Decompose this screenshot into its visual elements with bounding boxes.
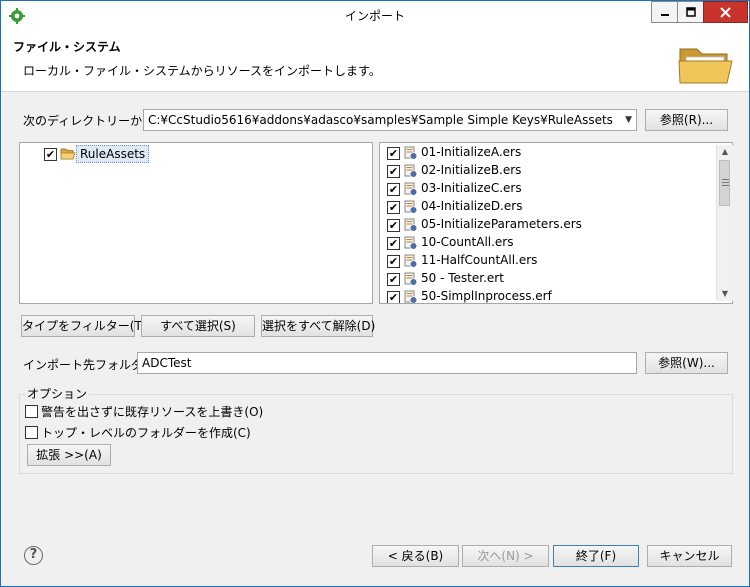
maximize-icon bbox=[685, 7, 696, 17]
rule-file-icon bbox=[404, 182, 418, 196]
file-list-item[interactable]: 50-SimplInprocess.erf bbox=[380, 288, 715, 303]
minimize-icon bbox=[660, 14, 669, 16]
file-checkbox[interactable] bbox=[387, 273, 400, 286]
file-name: 03-InitializeC.ers bbox=[421, 181, 522, 195]
wizard-header: ファイル・システム ローカル・ファイル・システムからリソースをインポートします。 bbox=[1, 31, 749, 92]
file-checkbox[interactable] bbox=[387, 291, 400, 303]
tree-item-rule-assets[interactable]: RuleAssets bbox=[76, 145, 150, 163]
deselect-all-button[interactable]: 選択をすべて解除(D) bbox=[261, 315, 375, 337]
target-browse-button[interactable]: 参照(W)... bbox=[645, 352, 728, 374]
file-list-item[interactable]: 01-InitializeA.ers bbox=[380, 144, 715, 162]
options-label: オプション bbox=[25, 385, 90, 402]
minimize-button[interactable] bbox=[651, 1, 678, 23]
folder-icon bbox=[678, 48, 733, 84]
create-top-folder-checkbox[interactable] bbox=[25, 426, 38, 439]
file-list-item[interactable]: 11-HalfCountAll.ers bbox=[380, 252, 715, 270]
file-name: 02-InitializeB.ers bbox=[421, 163, 522, 177]
file-name: 04-InitializeD.ers bbox=[421, 199, 523, 213]
page-title: ファイル・システム bbox=[13, 40, 121, 54]
target-folder-input[interactable]: ADCTest bbox=[137, 352, 637, 374]
page-description: ローカル・ファイル・システムからリソースをインポートします。 bbox=[23, 64, 381, 78]
chevron-down-icon[interactable]: ▼ bbox=[625, 110, 632, 130]
rule-file-icon bbox=[404, 218, 418, 232]
title-bar: インポート bbox=[1, 1, 749, 31]
file-name: 50-SimplInprocess.erf bbox=[421, 289, 552, 303]
file-checkbox[interactable] bbox=[387, 147, 400, 160]
grip-icon bbox=[722, 179, 729, 186]
tree-item-checkbox[interactable] bbox=[44, 148, 57, 161]
file-list-scrollbar[interactable]: ▲ ▼ bbox=[716, 145, 733, 301]
file-list-item[interactable]: 05-InitializeParameters.ers bbox=[380, 216, 715, 234]
overwrite-label: 警告を出さずに既存リソースを上書き(O) bbox=[41, 405, 264, 419]
back-button[interactable]: < 戻る(B) bbox=[372, 545, 459, 567]
advanced-button[interactable]: 拡張 >>(A) bbox=[27, 444, 111, 466]
file-list-item[interactable]: 50 - Tester.ert bbox=[380, 270, 715, 288]
file-checkbox[interactable] bbox=[387, 165, 400, 178]
cancel-button[interactable]: キャンセル bbox=[647, 545, 732, 567]
file-checkbox[interactable] bbox=[387, 201, 400, 214]
rule-file-icon bbox=[404, 272, 418, 286]
file-list-item[interactable]: 10-CountAll.ers bbox=[380, 234, 715, 252]
file-checkbox[interactable] bbox=[387, 183, 400, 196]
help-icon[interactable]: ? bbox=[24, 546, 43, 565]
file-name: 01-InitializeA.ers bbox=[421, 145, 522, 159]
file-checkbox[interactable] bbox=[387, 219, 400, 232]
rule-file-icon bbox=[404, 236, 418, 250]
rule-file-icon bbox=[404, 200, 418, 214]
import-dialog: インポート ファイル・システム ローカル・ファイル・システムからリソースをインポ… bbox=[0, 0, 750, 587]
source-browse-button[interactable]: 参照(R)... bbox=[645, 109, 728, 131]
file-list-item[interactable]: 03-InitializeC.ers bbox=[380, 180, 715, 198]
chevron-down-icon[interactable]: ▼ bbox=[717, 287, 733, 301]
close-icon bbox=[720, 6, 731, 18]
rule-file-icon bbox=[404, 254, 418, 268]
next-button[interactable]: 次へ(N) > bbox=[462, 545, 549, 567]
file-name: 05-InitializeParameters.ers bbox=[421, 217, 582, 231]
file-checkbox[interactable] bbox=[387, 237, 400, 250]
source-directory-value: C:¥CcStudio5616¥addons¥adasco¥samples¥Sa… bbox=[148, 113, 613, 127]
rule-file-icon bbox=[404, 164, 418, 178]
file-checkbox[interactable] bbox=[387, 255, 400, 268]
filter-types-button[interactable]: タイプをフィルター(T)... bbox=[21, 315, 158, 337]
maximize-button[interactable] bbox=[677, 1, 704, 23]
folder-tree-panel: RuleAssets bbox=[19, 142, 373, 304]
overwrite-checkbox[interactable] bbox=[25, 405, 38, 418]
file-list-item[interactable]: 04-InitializeD.ers bbox=[380, 198, 715, 216]
finish-button[interactable]: 終了(F) bbox=[553, 545, 639, 567]
chevron-up-icon[interactable]: ▲ bbox=[717, 145, 733, 159]
rule-file-icon bbox=[404, 290, 418, 303]
window-title: インポート bbox=[344, 9, 405, 23]
rule-file-icon bbox=[404, 146, 418, 160]
file-name: 10-CountAll.ers bbox=[421, 235, 514, 249]
file-list-item[interactable]: 02-InitializeB.ers bbox=[380, 162, 715, 180]
scrollbar-thumb[interactable] bbox=[719, 160, 730, 206]
file-list-panel: 01-InitializeA.ers 02-InitializeB.ers 03-I… bbox=[379, 142, 733, 304]
file-name: 50 - Tester.ert bbox=[421, 271, 504, 285]
file-name: 11-HalfCountAll.ers bbox=[421, 253, 538, 267]
close-button[interactable] bbox=[703, 1, 748, 23]
select-all-button[interactable]: すべて選択(S) bbox=[141, 315, 255, 337]
folder-open-icon bbox=[60, 148, 76, 160]
source-directory-combo[interactable]: C:¥CcStudio5616¥addons¥adasco¥samples¥Sa… bbox=[143, 109, 637, 131]
create-top-folder-label: トップ・レベルのフォルダーを作成(C) bbox=[41, 426, 251, 440]
